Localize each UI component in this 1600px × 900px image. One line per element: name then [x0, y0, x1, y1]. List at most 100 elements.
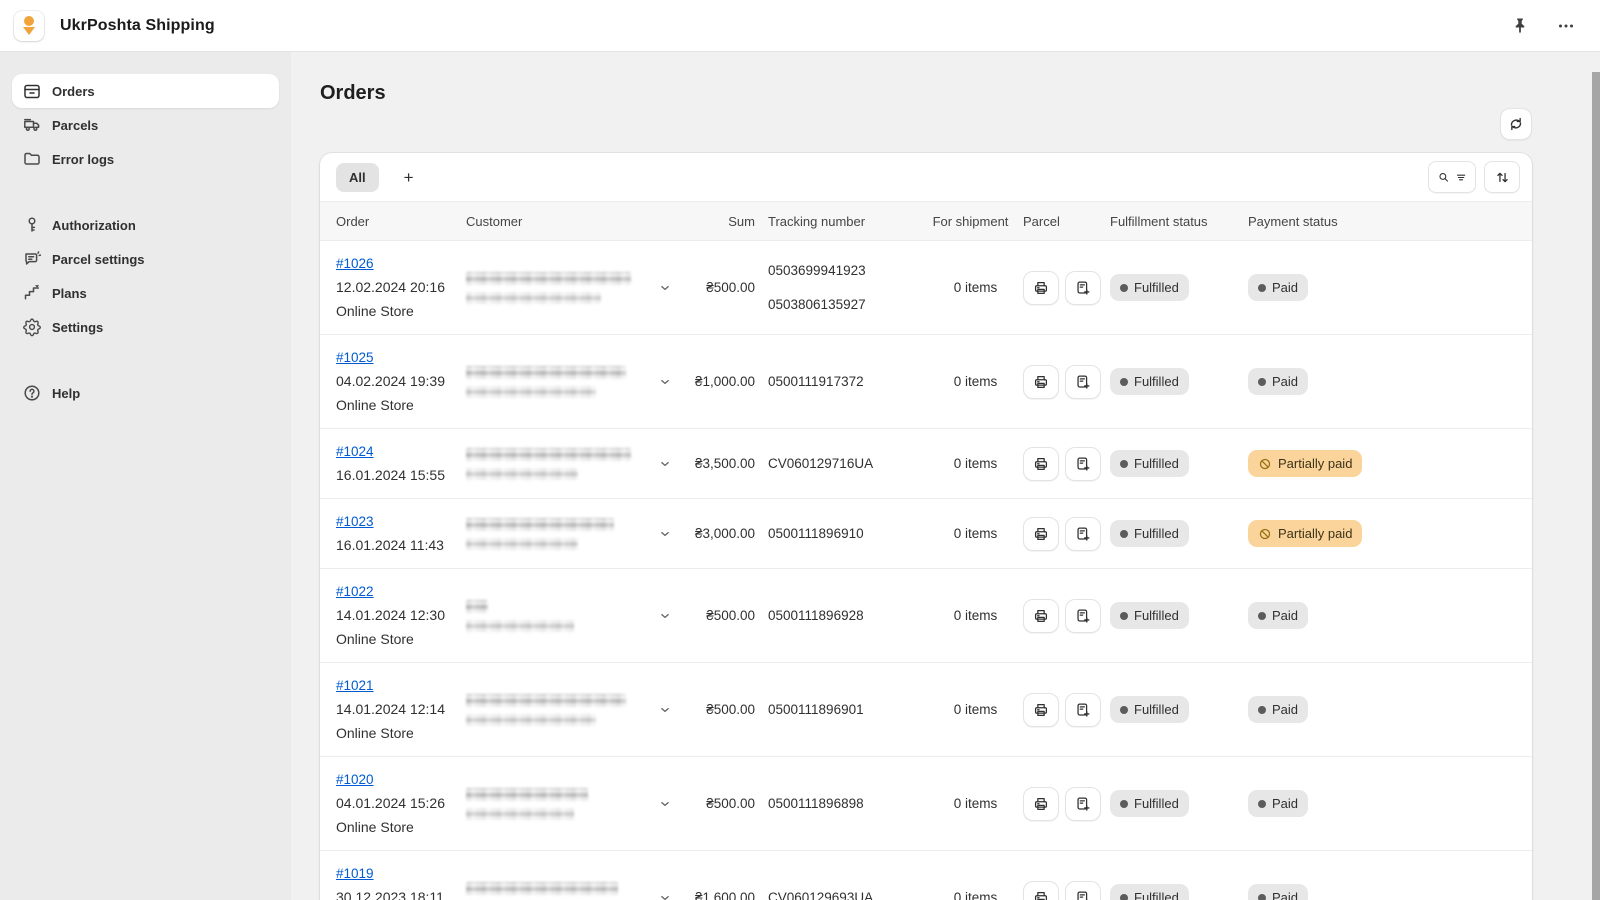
duplicate-icon	[1074, 455, 1092, 473]
parcel-cell	[1023, 271, 1110, 305]
order-cell: #1025 04.02.2024 19:39 Online Store	[336, 347, 466, 416]
sum-cell: ₴3,000.00	[690, 526, 768, 541]
print-label-button[interactable]	[1023, 447, 1059, 481]
help-icon	[22, 383, 42, 403]
customer-name-redacted	[466, 518, 614, 531]
fulfillment-cell: Fulfilled	[1110, 520, 1248, 547]
expand-customer-button[interactable]	[658, 281, 672, 295]
for-shipment-cell: 0 items	[928, 608, 1023, 623]
order-number-link[interactable]: #1021	[336, 678, 374, 693]
sidebar-item-help[interactable]: Help	[12, 376, 279, 410]
sidebar-item-parcel-settings[interactable]: Parcel settings	[12, 242, 279, 276]
payment-status-label: Paid	[1272, 280, 1298, 295]
table-row: #1026 12.02.2024 20:16 Online Store ₴500…	[320, 241, 1532, 335]
fulfillment-cell: Fulfilled	[1110, 696, 1248, 723]
chevron-down-icon	[658, 797, 672, 811]
order-number-link[interactable]: #1020	[336, 772, 374, 787]
print-icon	[1032, 701, 1050, 719]
order-number-link[interactable]: #1024	[336, 444, 374, 459]
customer-phone-redacted	[466, 468, 578, 480]
chevron-down-icon	[658, 281, 672, 295]
duplicate-parcel-button[interactable]	[1065, 447, 1101, 481]
status-dot-icon	[1258, 706, 1266, 714]
app-logo-pin-icon	[14, 11, 44, 41]
order-number-link[interactable]: #1025	[336, 350, 374, 365]
order-date: 16.01.2024 11:43	[336, 535, 466, 556]
duplicate-parcel-button[interactable]	[1065, 881, 1101, 900]
duplicate-parcel-button[interactable]	[1065, 517, 1101, 551]
slash-circle-icon	[1258, 527, 1272, 541]
order-number-link[interactable]: #1019	[336, 866, 374, 881]
expand-customer-button[interactable]	[658, 703, 672, 717]
tracking-cell: 0503699941923 0503806135927	[768, 262, 928, 313]
expand-customer-button[interactable]	[658, 375, 672, 389]
duplicate-parcel-button[interactable]	[1065, 599, 1101, 633]
order-channel: Online Store	[336, 629, 466, 650]
sidebar-item-label: Plans	[52, 286, 87, 301]
orders-icon	[22, 81, 42, 101]
refresh-button[interactable]	[1500, 108, 1532, 140]
payment-status-label: Paid	[1272, 608, 1298, 623]
chat-settings-icon	[22, 249, 42, 269]
sidebar-item-plans[interactable]: Plans	[12, 276, 279, 310]
expand-customer-button[interactable]	[658, 797, 672, 811]
status-dot-icon	[1120, 530, 1128, 538]
print-label-button[interactable]	[1023, 693, 1059, 727]
status-dot-icon	[1120, 460, 1128, 468]
search-filter-button[interactable]	[1428, 161, 1476, 193]
app-title: UkrPoshta Shipping	[60, 17, 215, 35]
print-label-button[interactable]	[1023, 271, 1059, 305]
customer-cell	[466, 882, 690, 900]
payment-cell: Partially paid	[1248, 520, 1532, 547]
duplicate-parcel-button[interactable]	[1065, 271, 1101, 305]
tracking-cell: 0500111896910	[768, 525, 928, 542]
sidebar-item-parcels[interactable]: Parcels	[12, 108, 279, 142]
fulfillment-status-label: Fulfilled	[1134, 890, 1179, 900]
print-icon	[1032, 889, 1050, 900]
add-view-button[interactable]: +	[395, 163, 423, 191]
fulfillment-status-badge: Fulfilled	[1110, 696, 1189, 723]
pin-icon[interactable]	[1510, 16, 1530, 36]
duplicate-parcel-button[interactable]	[1065, 787, 1101, 821]
sidebar-item-orders[interactable]: Orders	[12, 74, 279, 108]
vertical-scrollbar[interactable]	[1592, 72, 1600, 900]
sidebar-gap	[12, 344, 279, 376]
column-header-order: Order	[336, 214, 466, 229]
payment-cell: Paid	[1248, 790, 1532, 817]
table-row: #1023 16.01.2024 11:43 ₴3,000.00 0500111…	[320, 499, 1532, 569]
sidebar-item-error-logs[interactable]: Error logs	[12, 142, 279, 176]
order-number-link[interactable]: #1022	[336, 584, 374, 599]
fulfillment-cell: Fulfilled	[1110, 368, 1248, 395]
sidebar-item-label: Parcel settings	[52, 252, 145, 267]
duplicate-parcel-button[interactable]	[1065, 365, 1101, 399]
sort-button[interactable]	[1484, 161, 1520, 193]
order-number-link[interactable]: #1026	[336, 256, 374, 271]
print-label-button[interactable]	[1023, 787, 1059, 821]
order-number-link[interactable]: #1023	[336, 514, 374, 529]
sidebar-item-settings[interactable]: Settings	[12, 310, 279, 344]
chevron-down-icon	[658, 609, 672, 623]
expand-customer-button[interactable]	[658, 457, 672, 471]
print-label-button[interactable]	[1023, 517, 1059, 551]
status-dot-icon	[1258, 378, 1266, 386]
fulfillment-cell: Fulfilled	[1110, 884, 1248, 900]
tab-all[interactable]: All	[336, 163, 379, 192]
duplicate-icon	[1074, 701, 1092, 719]
order-channel: Online Store	[336, 723, 466, 744]
fulfillment-cell: Fulfilled	[1110, 602, 1248, 629]
order-cell: #1021 14.01.2024 12:14 Online Store	[336, 675, 466, 744]
more-icon[interactable]	[1556, 16, 1576, 36]
print-label-button[interactable]	[1023, 599, 1059, 633]
expand-customer-button[interactable]	[658, 891, 672, 900]
payment-status-label: Partially paid	[1278, 526, 1352, 541]
print-label-button[interactable]	[1023, 365, 1059, 399]
order-cell: #1023 16.01.2024 11:43	[336, 511, 466, 556]
chevron-down-icon	[658, 703, 672, 717]
print-label-button[interactable]	[1023, 881, 1059, 900]
expand-customer-button[interactable]	[658, 609, 672, 623]
parcel-cell	[1023, 787, 1110, 821]
duplicate-parcel-button[interactable]	[1065, 693, 1101, 727]
sidebar-item-label: Authorization	[52, 218, 136, 233]
sidebar-item-authorization[interactable]: Authorization	[12, 208, 279, 242]
expand-customer-button[interactable]	[658, 527, 672, 541]
